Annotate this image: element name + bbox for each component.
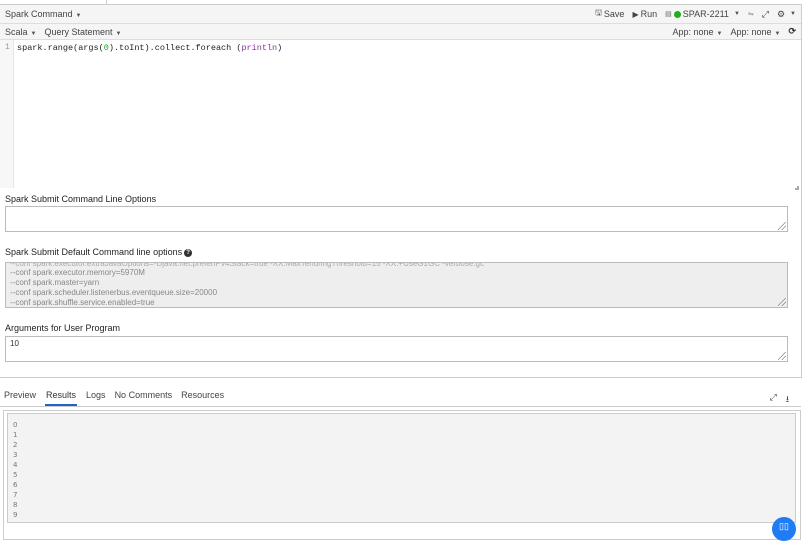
editor-gutter: 1 [0,40,14,188]
refresh-icon[interactable]: ⟳ [788,26,796,37]
save-label: Save [603,9,625,19]
result-line: 9 [13,511,18,519]
line-number: 1 [5,43,10,52]
result-line: 8 [13,501,18,509]
link-icon[interactable]: ⇋ [748,10,754,18]
command-type-label: Spark Command [5,9,73,19]
caret-down-icon: ▼ [790,11,796,17]
play-icon: ▶ [632,9,639,19]
default-options-textarea[interactable]: --conf spark.executor.extraJavaOptions=-… [5,262,788,308]
tab-preview[interactable]: Preview [4,390,36,406]
resize-handle[interactable] [778,222,786,230]
option-line: --conf spark.scheduler.listenerbus.event… [10,288,218,297]
spark-submit-label: Spark Submit Command Line Options [5,194,157,204]
app-label: App: none [672,26,714,37]
help-book-button[interactable]: ▯▯ [772,517,796,541]
language-dropdown[interactable]: Scala ▼ [5,27,36,37]
spark-submit-options-input[interactable] [5,206,788,232]
arguments-label: Arguments for User Program [5,323,121,333]
expand-icon[interactable]: ⤢ [762,9,769,20]
tab-results[interactable]: Results [45,390,78,406]
sub-header-tools: App: none ▼ App: none ▼ ⟳ [672,26,796,37]
command-header: Spark Command ▼ 🖫 Save ▶ Run ▤ SPAR-2211 … [0,5,801,24]
run-button[interactable]: ▶ Run [632,9,657,19]
caret-down-icon: ▼ [733,11,740,17]
editor-resize-handle[interactable] [795,186,799,190]
code-token: ) [277,43,283,53]
command-panel: Spark Command ▼ 🖫 Save ▶ Run ▤ SPAR-2211 … [0,4,802,378]
header-tools: 🖫 Save ▶ Run ▤ SPAR-2211 ▼ ⇋ ⤢ ⚙ ▼ [595,7,796,21]
help-icon[interactable]: ? [184,248,193,257]
default-options-label: Spark Submit Default Command line option… [5,247,193,257]
caret-down-icon: ▼ [774,30,781,37]
app-dropdown-1[interactable]: App: none ▼ [672,27,722,37]
results-container: 0 1 2 3 4 5 6 7 8 9 [3,410,801,540]
caret-down-icon: ▼ [716,30,723,37]
cluster-dropdown[interactable]: ▤ SPAR-2211 ▼ [665,9,740,19]
cluster-icon: ▤ [665,11,672,18]
tab-logs[interactable]: Logs [86,390,106,406]
resize-handle[interactable] [778,352,786,360]
save-button[interactable]: 🖫 Save [595,7,624,21]
caret-down-icon: ▼ [30,30,37,37]
run-label: Run [640,9,658,19]
settings-dropdown[interactable]: ⚙ ▼ [777,9,796,20]
results-tabs: Preview Results Logs No Comments Resourc… [0,388,801,407]
result-line: 0 [13,421,18,429]
download-icon[interactable]: ⭳ [786,392,789,408]
result-line: 6 [13,481,18,489]
result-line: 5 [13,471,18,479]
resize-handle[interactable] [778,298,786,306]
result-line: 1 [13,431,18,439]
mode-label: Query Statement [44,26,113,37]
default-options-label-text: Spark Submit Default Command line option… [5,247,183,257]
expand-icon[interactable]: ⤢ [770,392,777,408]
option-line: --conf spark.master=yarn [10,278,100,287]
results-output: 0 1 2 3 4 5 6 7 8 9 [7,413,796,523]
save-icon: 🖫 [595,8,602,17]
mode-dropdown[interactable]: Query Statement ▼ [44,27,121,37]
command-type-dropdown[interactable]: Spark Command ▼ [5,9,81,19]
result-line: 4 [13,461,18,469]
code-token: ).toInt).collect.foreach ( [108,43,242,53]
code-keyword-token: println [241,43,278,53]
arguments-value: 10 [10,339,19,348]
language-label: Scala [5,26,28,37]
sub-header: Scala ▼ Query Statement ▼ App: none ▼ App: … [0,24,801,40]
result-line: 2 [13,441,18,449]
code-token: spark.range(args( [17,43,104,53]
app-label: App: none [730,26,772,37]
app-dropdown-2[interactable]: App: none ▼ [730,27,780,37]
result-line: 7 [13,491,18,499]
tab-resources[interactable]: Resources [181,390,224,406]
results-tools: ⤢ ⭳ [770,392,789,408]
cluster-label: SPAR-2211 [682,9,729,19]
code-editor[interactable]: 1 spark.range(args(0).toInt).collect.for… [0,40,801,192]
code-line[interactable]: spark.range(args(0).toInt).collect.forea… [17,43,282,53]
caret-down-icon: ▼ [115,30,122,37]
arguments-input[interactable]: 10 [5,336,788,362]
gear-icon: ⚙ [776,8,786,19]
result-line: 3 [13,451,18,459]
option-line: --conf spark.shuffle.service.enabled=tru… [10,298,155,307]
option-line: --conf spark.executor.memory=5970M [10,268,145,277]
caret-down-icon: ▼ [75,13,82,19]
status-dot-icon [673,10,681,18]
tab-comments[interactable]: No Comments [115,390,173,406]
